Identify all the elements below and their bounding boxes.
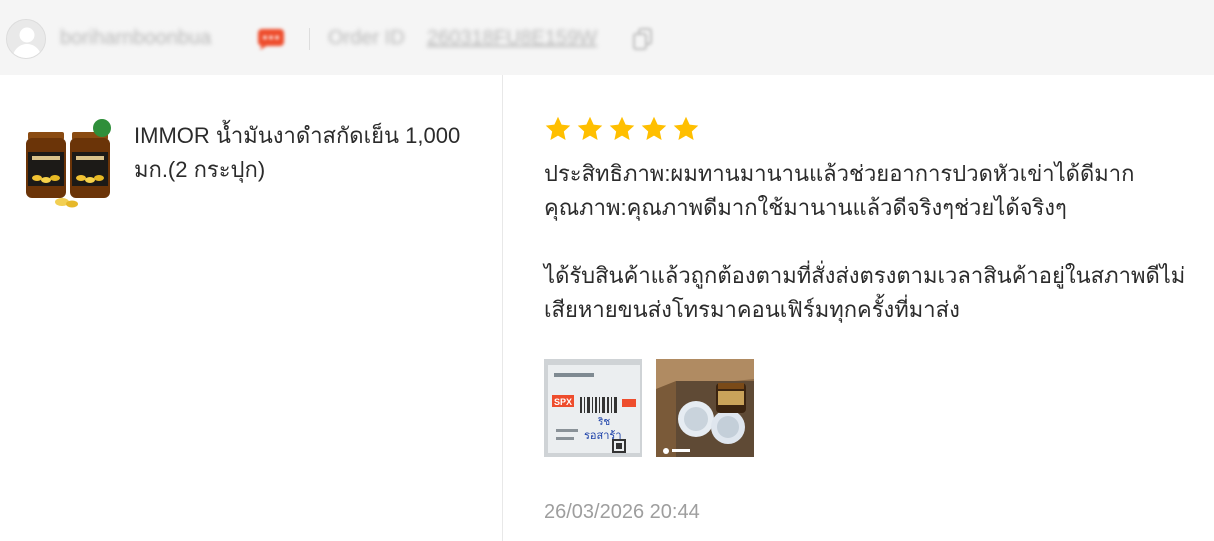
star-icon — [609, 116, 635, 140]
spx-logo-text: SPX — [554, 397, 572, 407]
star-icon — [577, 116, 603, 140]
handwritten-mark: ริช — [597, 417, 610, 428]
product-bottles-image — [22, 118, 114, 210]
product-image[interactable] — [22, 118, 114, 210]
star-icon — [545, 116, 571, 140]
review-spacer — [544, 225, 1212, 259]
product-name[interactable]: IMMOR น้ำมันงาดำสกัดเย็น 1,000 มก.(2 กระ… — [134, 119, 464, 187]
user-silhouette-icon — [7, 20, 45, 58]
review-timestamp: 26/03/2026 20:44 — [544, 501, 700, 523]
order-id-link[interactable]: 260318FU8E159W — [427, 27, 597, 50]
review-performance-line: ประสิทธิภาพ:ผมทานมานานแล้วช่วยอาการปวดหั… — [544, 161, 1135, 186]
avatar[interactable] — [6, 19, 46, 59]
review-header: boriharnboonbua Order ID 260318FU8E159W — [0, 0, 1214, 75]
review-photo-parcel[interactable]: SPX ริช รอสาร้า — [544, 359, 642, 457]
review-quality-line: คุณภาพ:คุณภาพดีมากใช้มานานแล้วดีจริงๆช่ว… — [544, 195, 1067, 220]
review-text: ประสิทธิภาพ:ผมทานมานานแล้วช่วยอาการปวดหั… — [544, 157, 1212, 327]
header-divider — [309, 28, 310, 50]
review-comment: ได้รับสินค้าแล้วถูกต้องตามที่สั่งส่งตรงต… — [544, 263, 1186, 322]
star-icon — [641, 116, 667, 140]
parcel-label-photo: SPX ริช รอสาร้า — [544, 359, 642, 457]
product-column: IMMOR น้ำมันงาดำสกัดเย็น 1,000 มก.(2 กระ… — [0, 75, 502, 541]
rating-stars — [544, 115, 700, 143]
chat-bubble-icon[interactable] — [256, 28, 286, 50]
star-icon — [673, 116, 699, 140]
review-photo-box[interactable] — [656, 359, 754, 457]
copy-icon[interactable] — [632, 27, 654, 51]
review-column: ประสิทธิภาพ:ผมทานมานานแล้วช่วยอาการปวดหั… — [503, 75, 1214, 541]
order-id-label: Order ID — [328, 27, 405, 49]
username[interactable]: boriharnboonbua — [60, 27, 211, 50]
box-contents-photo — [656, 359, 754, 457]
